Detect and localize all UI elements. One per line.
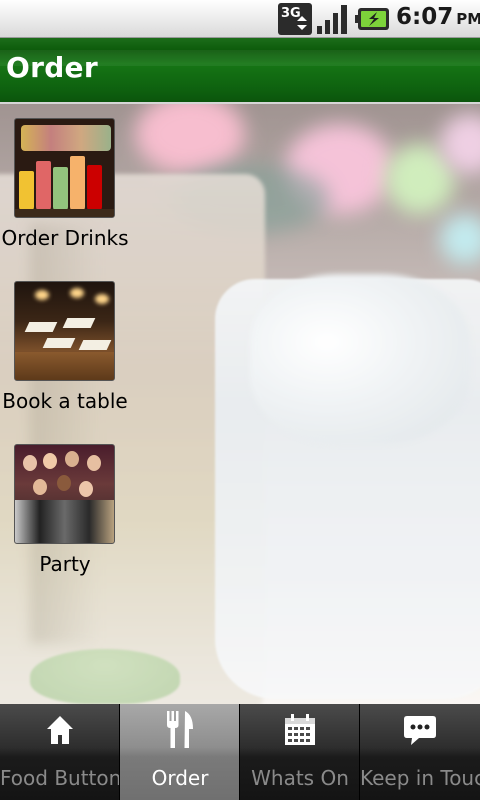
menu-item-order-drinks[interactable]: Order Drinks	[0, 118, 130, 268]
clock-ampm: PM	[456, 10, 480, 28]
network-type-text: 3G	[281, 6, 301, 21]
tab-label: Keep in Touc	[360, 766, 480, 790]
menu-item-label: Order Drinks	[1, 226, 129, 250]
tab-food-buttons[interactable]: Food Buttons	[0, 704, 120, 800]
page-title: Order	[6, 51, 98, 84]
calendar-icon	[240, 710, 359, 750]
tab-order[interactable]: Order	[120, 704, 240, 800]
status-bar: 3G 6:07 PM	[0, 0, 480, 38]
bottom-tab-bar: Food Buttons Order Whats On Keep in Touc	[0, 704, 480, 800]
network-3g-icon: 3G	[278, 3, 312, 35]
battery-charging-icon	[355, 8, 389, 30]
tab-label: Whats On	[251, 766, 349, 790]
drinks-photo-icon[interactable]	[14, 118, 115, 218]
home-icon	[0, 710, 119, 750]
fork-knife-icon	[120, 710, 239, 750]
chat-bubble-icon	[360, 710, 480, 750]
tab-keep-in-touch[interactable]: Keep in Touc	[360, 704, 480, 800]
title-bar: Order	[0, 38, 480, 104]
tab-label: Food Buttons	[0, 766, 120, 790]
signal-strength-icon	[317, 5, 347, 34]
menu-item-book-table[interactable]: Book a table	[0, 281, 130, 431]
menu-item-label: Party	[39, 552, 91, 576]
app-screen: 3G 6:07 PM Order Order Drinks Book a tab…	[0, 0, 480, 800]
tab-whats-on[interactable]: Whats On	[240, 704, 360, 800]
menu-item-label: Book a table	[2, 389, 128, 413]
tab-label: Order	[151, 766, 209, 790]
restaurant-table-photo-icon[interactable]	[14, 281, 115, 381]
party-photo-icon[interactable]	[14, 444, 115, 544]
status-clock: 6:07 PM	[396, 4, 480, 30]
menu-item-party[interactable]: Party	[0, 444, 130, 594]
clock-time: 6:07	[396, 4, 454, 30]
